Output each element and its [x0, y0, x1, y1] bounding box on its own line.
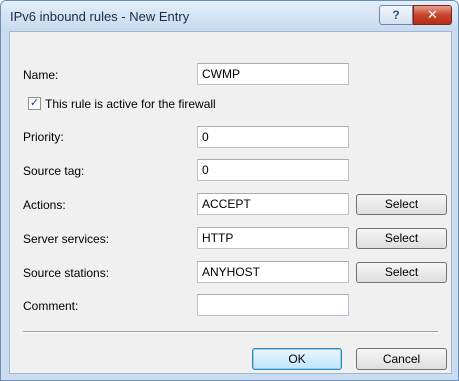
source-stations-select-button[interactable]: Select: [356, 262, 447, 283]
source-stations-input[interactable]: ANYHOST: [197, 261, 349, 283]
name-input[interactable]: CWMP: [197, 63, 349, 85]
help-button[interactable]: ?: [379, 5, 413, 25]
close-button[interactable]: ✕: [413, 5, 452, 25]
comment-input[interactable]: [197, 294, 349, 316]
ok-button[interactable]: OK: [252, 348, 342, 370]
title-bar[interactable]: IPv6 inbound rules - New Entry ? ✕: [1, 1, 458, 31]
active-checkbox[interactable]: ✓: [28, 97, 41, 110]
priority-label: Priority:: [23, 130, 64, 144]
server-services-input[interactable]: HTTP: [197, 227, 349, 249]
help-icon: ?: [392, 8, 400, 22]
checkmark-icon: ✓: [29, 97, 40, 109]
window-title: IPv6 inbound rules - New Entry: [10, 9, 190, 24]
comment-label: Comment:: [23, 299, 79, 313]
actions-input[interactable]: ACCEPT: [197, 193, 349, 215]
separator: [23, 331, 438, 333]
server-services-select-button[interactable]: Select: [356, 228, 447, 249]
actions-select-button[interactable]: Select: [356, 194, 447, 215]
server-services-label: Server services:: [23, 232, 110, 246]
close-icon: ✕: [427, 7, 438, 22]
priority-input[interactable]: 0: [197, 126, 349, 148]
source-stations-label: Source stations:: [23, 266, 110, 280]
name-label: Name:: [23, 68, 59, 82]
source-tag-input[interactable]: 0: [197, 159, 349, 181]
source-tag-label: Source tag:: [23, 164, 85, 178]
dialog-window: IPv6 inbound rules - New Entry ? ✕ Name:…: [0, 0, 459, 381]
actions-label: Actions:: [23, 198, 66, 212]
active-checkbox-label[interactable]: This rule is active for the firewall: [45, 97, 216, 111]
dialog-body: Name: CWMP ✓ This rule is active for the…: [9, 31, 452, 374]
cancel-button[interactable]: Cancel: [356, 348, 447, 370]
